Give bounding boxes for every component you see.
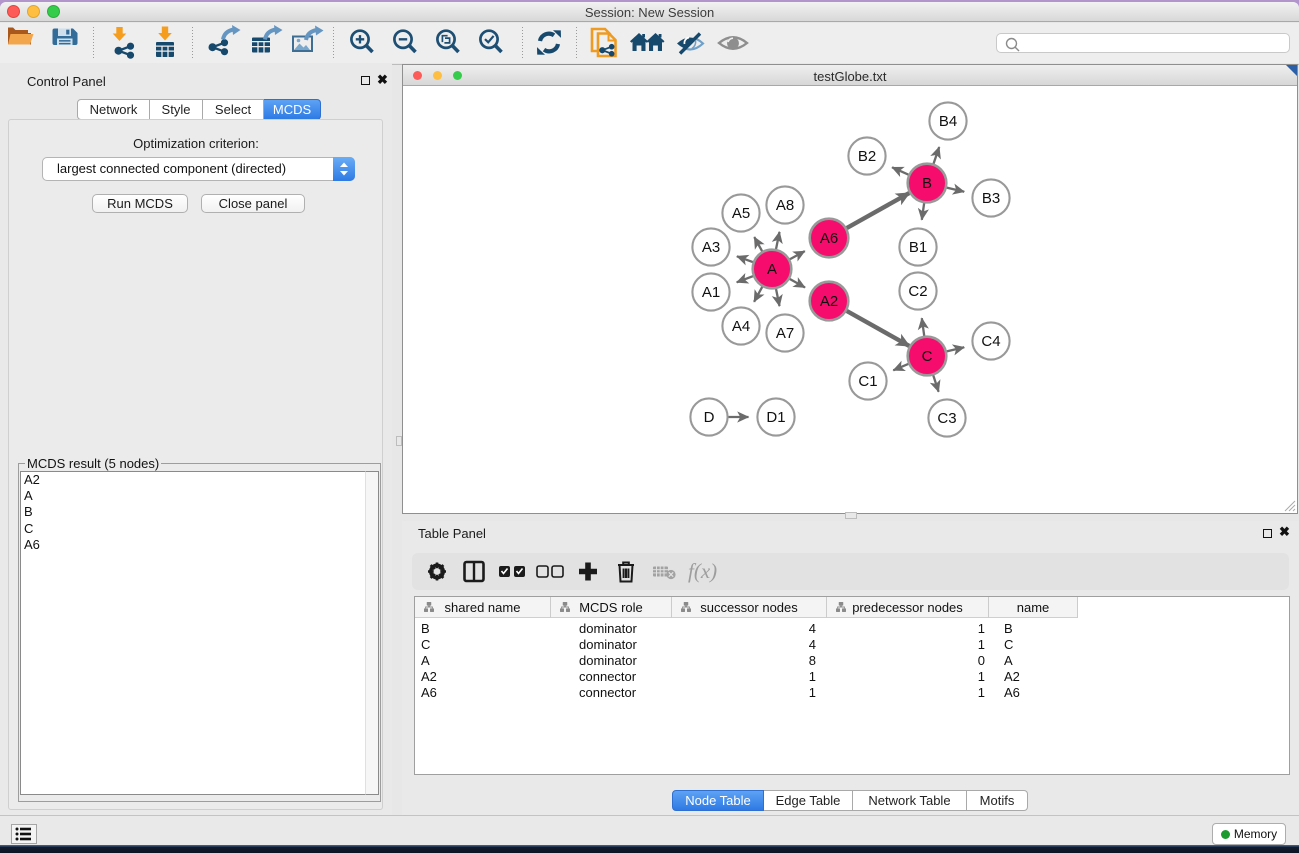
- svg-text:A6: A6: [820, 230, 838, 247]
- svg-text:D: D: [704, 409, 715, 426]
- svg-text:A3: A3: [702, 239, 720, 256]
- svg-text:C: C: [922, 348, 933, 365]
- svg-text:B1: B1: [909, 239, 927, 256]
- svg-text:B4: B4: [939, 113, 957, 130]
- svg-text:A2: A2: [820, 293, 838, 310]
- svg-text:D1: D1: [766, 409, 785, 426]
- svg-text:A4: A4: [732, 318, 750, 335]
- svg-text:A5: A5: [732, 205, 750, 222]
- svg-text:B3: B3: [982, 190, 1000, 207]
- svg-text:C4: C4: [981, 333, 1000, 350]
- svg-text:B2: B2: [858, 148, 876, 165]
- svg-text:f(x): f(x): [688, 559, 717, 583]
- svg-text:C3: C3: [937, 410, 956, 427]
- svg-text:C2: C2: [908, 283, 927, 300]
- svg-text:A8: A8: [776, 197, 794, 214]
- svg-text:A: A: [767, 261, 777, 278]
- svg-text:A1: A1: [702, 284, 720, 301]
- svg-text:A7: A7: [776, 325, 794, 342]
- svg-text:B: B: [922, 175, 932, 192]
- svg-text:C1: C1: [858, 373, 877, 390]
